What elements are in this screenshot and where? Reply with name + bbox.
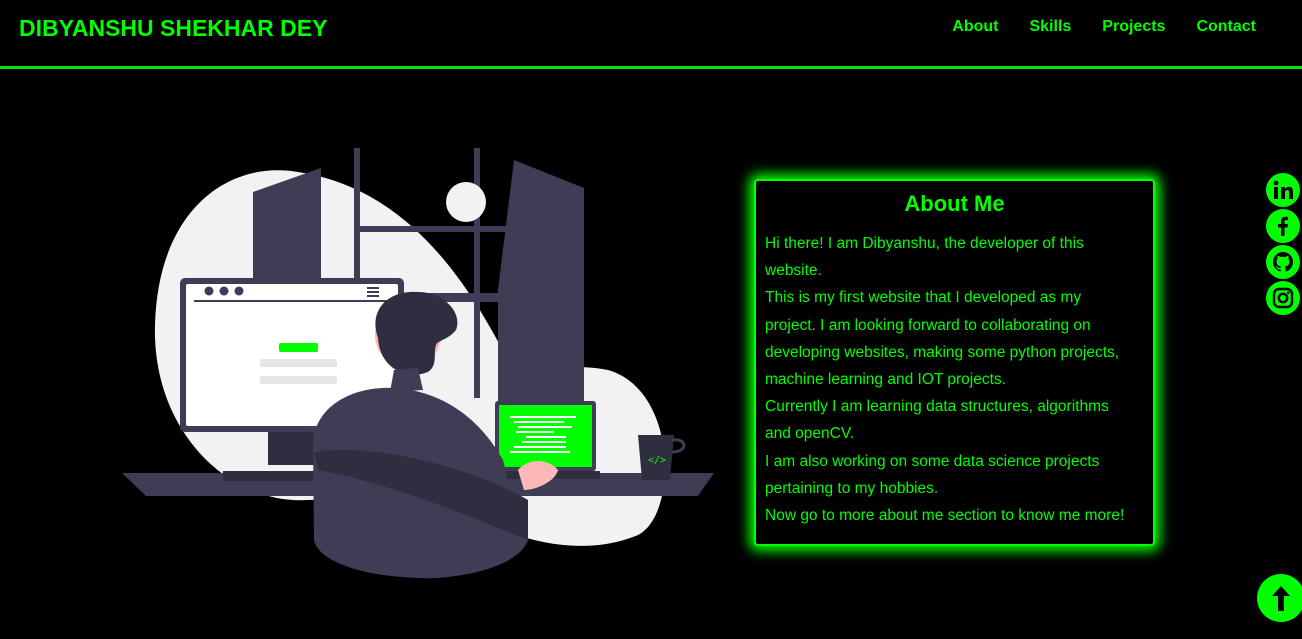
developer-illustration: </> <box>122 148 714 579</box>
menu-line-1 <box>367 287 379 289</box>
about-line: and openCV. <box>765 425 855 443</box>
about-title: About Me <box>904 191 1005 216</box>
about-line: project. I am looking forward to collabo… <box>765 316 1091 334</box>
github-button[interactable] <box>1266 245 1300 279</box>
nav-link-projects[interactable]: Projects <box>1102 18 1165 36</box>
nav-links: About Skills Projects Contact <box>952 18 1256 36</box>
scroll-to-top-button[interactable] <box>1257 574 1302 622</box>
instagram-icon <box>1272 287 1294 309</box>
arrow-up-icon <box>1272 586 1290 611</box>
about-line: Currently I am learning data structures,… <box>765 398 1109 416</box>
facebook-button[interactable] <box>1266 209 1300 243</box>
moon <box>446 182 486 222</box>
window-dot-2 <box>219 286 229 296</box>
github-icon <box>1273 252 1293 272</box>
about-line: developing websites, making some python … <box>765 343 1120 361</box>
window-dot-1 <box>204 286 214 296</box>
screen-divider <box>194 300 390 302</box>
menu-line-3 <box>367 295 379 297</box>
about-line: Hi there! I am Dibyanshu, the developer … <box>765 235 1084 252</box>
nav-link-contact[interactable]: Contact <box>1196 18 1256 36</box>
facebook-icon <box>1278 216 1289 236</box>
about-line: I am also working on some data science p… <box>765 452 1100 470</box>
instagram-button[interactable] <box>1266 281 1300 315</box>
person-neck <box>390 368 423 392</box>
about-line: machine learning and IOT projects. <box>765 371 1006 389</box>
screen-gray-bar-2 <box>260 376 337 384</box>
linkedin-icon <box>1273 180 1293 199</box>
about-line: website. <box>765 262 822 280</box>
nav-link-skills[interactable]: Skills <box>1029 18 1071 36</box>
about-me-card: About Me Hi there! I am Dibyanshu, the d… <box>754 179 1155 546</box>
about-line: This is my first website that I develope… <box>765 289 1082 307</box>
screen-green-bar <box>279 343 318 352</box>
nav-link-about[interactable]: About <box>952 18 998 36</box>
menu-line-2 <box>367 291 379 293</box>
window-dot-3 <box>234 286 244 296</box>
linkedin-button[interactable] <box>1266 173 1300 207</box>
mug-handle <box>671 438 686 454</box>
mug-code-symbol: </> <box>648 455 666 466</box>
screen-gray-bar-1 <box>260 359 337 367</box>
about-line: pertaining to my hobbies. <box>765 479 939 497</box>
site-brand[interactable]: DIBYANSHU SHEKHAR DEY <box>19 15 327 42</box>
navbar: DIBYANSHU SHEKHAR DEY About Skills Proje… <box>0 0 1302 69</box>
about-line: Now go to more about me section to know … <box>765 507 1125 525</box>
